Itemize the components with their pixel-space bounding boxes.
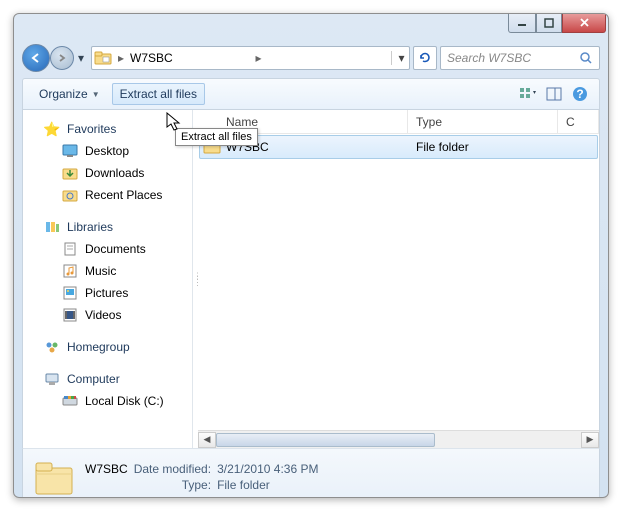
search-input[interactable]: Search W7SBC <box>440 46 600 70</box>
sidebar-item-downloads[interactable]: Downloads <box>23 162 192 184</box>
star-icon: ⭐ <box>43 121 61 137</box>
address-bar: ▾ ▸ W7SBC ▸ ▾ Search W7SBC <box>22 42 600 74</box>
sidebar-homegroup-header[interactable]: Homegroup <box>23 336 192 358</box>
horizontal-scrollbar[interactable]: ◀ ▶ <box>198 430 599 448</box>
drive-icon <box>61 393 79 409</box>
sidebar-libraries-header[interactable]: Libraries <box>23 216 192 238</box>
organize-button[interactable]: Organize▼ <box>31 83 108 105</box>
scroll-thumb[interactable] <box>216 433 435 447</box>
breadcrumb-folder[interactable]: W7SBC <box>130 51 249 65</box>
tooltip: Extract all files <box>175 128 258 146</box>
nav-buttons: ▾ <box>22 44 88 72</box>
file-type: File folder <box>410 140 469 154</box>
scroll-track[interactable] <box>216 432 581 448</box>
sidebar-computer-header[interactable]: Computer <box>23 368 192 390</box>
sidebar-item-local-disk[interactable]: Local Disk (C:) <box>23 390 192 412</box>
breadcrumb-separator[interactable]: ▸ <box>254 51 264 65</box>
videos-icon <box>61 307 79 323</box>
file-row[interactable]: W7SBC File folder <box>199 135 598 159</box>
forward-button[interactable] <box>50 46 74 70</box>
details-pane: W7SBC Date modified: 3/21/2010 4:36 PM T… <box>22 448 600 498</box>
sidebar-item-music[interactable]: Music <box>23 260 192 282</box>
details-type-value: File folder <box>217 478 318 492</box>
details-date-label: Date modified: <box>134 462 211 476</box>
scroll-right-button[interactable]: ▶ <box>581 432 599 448</box>
sidebar-item-documents[interactable]: Documents <box>23 238 192 260</box>
search-placeholder: Search W7SBC <box>447 51 531 65</box>
window-controls <box>508 13 606 33</box>
close-button[interactable] <box>562 13 606 33</box>
preview-pane-button[interactable] <box>543 83 565 105</box>
search-icon <box>579 51 593 65</box>
recent-icon <box>61 187 79 203</box>
content-area: ⭐Favorites Desktop Downloads Recent Plac… <box>22 110 600 448</box>
view-options-button[interactable] <box>517 83 539 105</box>
libraries-icon <box>43 219 61 235</box>
homegroup-icon <box>43 339 61 355</box>
sidebar-item-videos[interactable]: Videos <box>23 304 192 326</box>
scroll-left-button[interactable]: ◀ <box>198 432 216 448</box>
back-button[interactable] <box>22 44 50 72</box>
details-text: W7SBC Date modified: 3/21/2010 4:36 PM T… <box>85 462 318 492</box>
extract-all-button[interactable]: Extract all files <box>112 83 205 105</box>
sidebar-item-desktop[interactable]: Desktop <box>23 140 192 162</box>
column-type[interactable]: Type <box>408 110 558 133</box>
computer-icon <box>43 371 61 387</box>
sidebar-item-pictures[interactable]: Pictures <box>23 282 192 304</box>
address-dropdown[interactable]: ▾ <box>391 51 407 65</box>
titlebar[interactable] <box>14 14 608 42</box>
toolbar: Organize▼ Extract all files ? <box>22 78 600 110</box>
column-headers: Name Type C <box>198 110 599 134</box>
folder-icon <box>94 50 112 66</box>
minimize-button[interactable] <box>508 13 536 33</box>
address-field[interactable]: ▸ W7SBC ▸ ▾ <box>91 46 410 70</box>
folder-large-icon <box>33 456 75 498</box>
nav-history-dropdown[interactable]: ▾ <box>74 46 88 70</box>
maximize-button[interactable] <box>536 13 562 33</box>
sidebar-favorites-header[interactable]: ⭐Favorites <box>23 118 192 140</box>
navigation-pane: ⭐Favorites Desktop Downloads Recent Plac… <box>23 110 193 448</box>
pictures-icon <box>61 285 79 301</box>
music-icon <box>61 263 79 279</box>
desktop-icon <box>61 143 79 159</box>
details-date-value: 3/21/2010 4:36 PM <box>217 462 318 476</box>
documents-icon <box>61 241 79 257</box>
refresh-button[interactable] <box>413 46 437 70</box>
sidebar-item-recent[interactable]: Recent Places <box>23 184 192 206</box>
details-type-label: Type: <box>134 478 211 492</box>
svg-text:?: ? <box>576 87 583 101</box>
downloads-icon <box>61 165 79 181</box>
file-list-pane: Name Type C W7SBC File folder ◀ ▶ <box>198 110 599 448</box>
details-name: W7SBC <box>85 462 128 476</box>
column-compressed[interactable]: C <box>558 110 599 133</box>
breadcrumb-separator[interactable]: ▸ <box>116 51 126 65</box>
help-button[interactable]: ? <box>569 83 591 105</box>
explorer-window: ▾ ▸ W7SBC ▸ ▾ Search W7SBC Organize▼ Ext… <box>13 13 609 498</box>
